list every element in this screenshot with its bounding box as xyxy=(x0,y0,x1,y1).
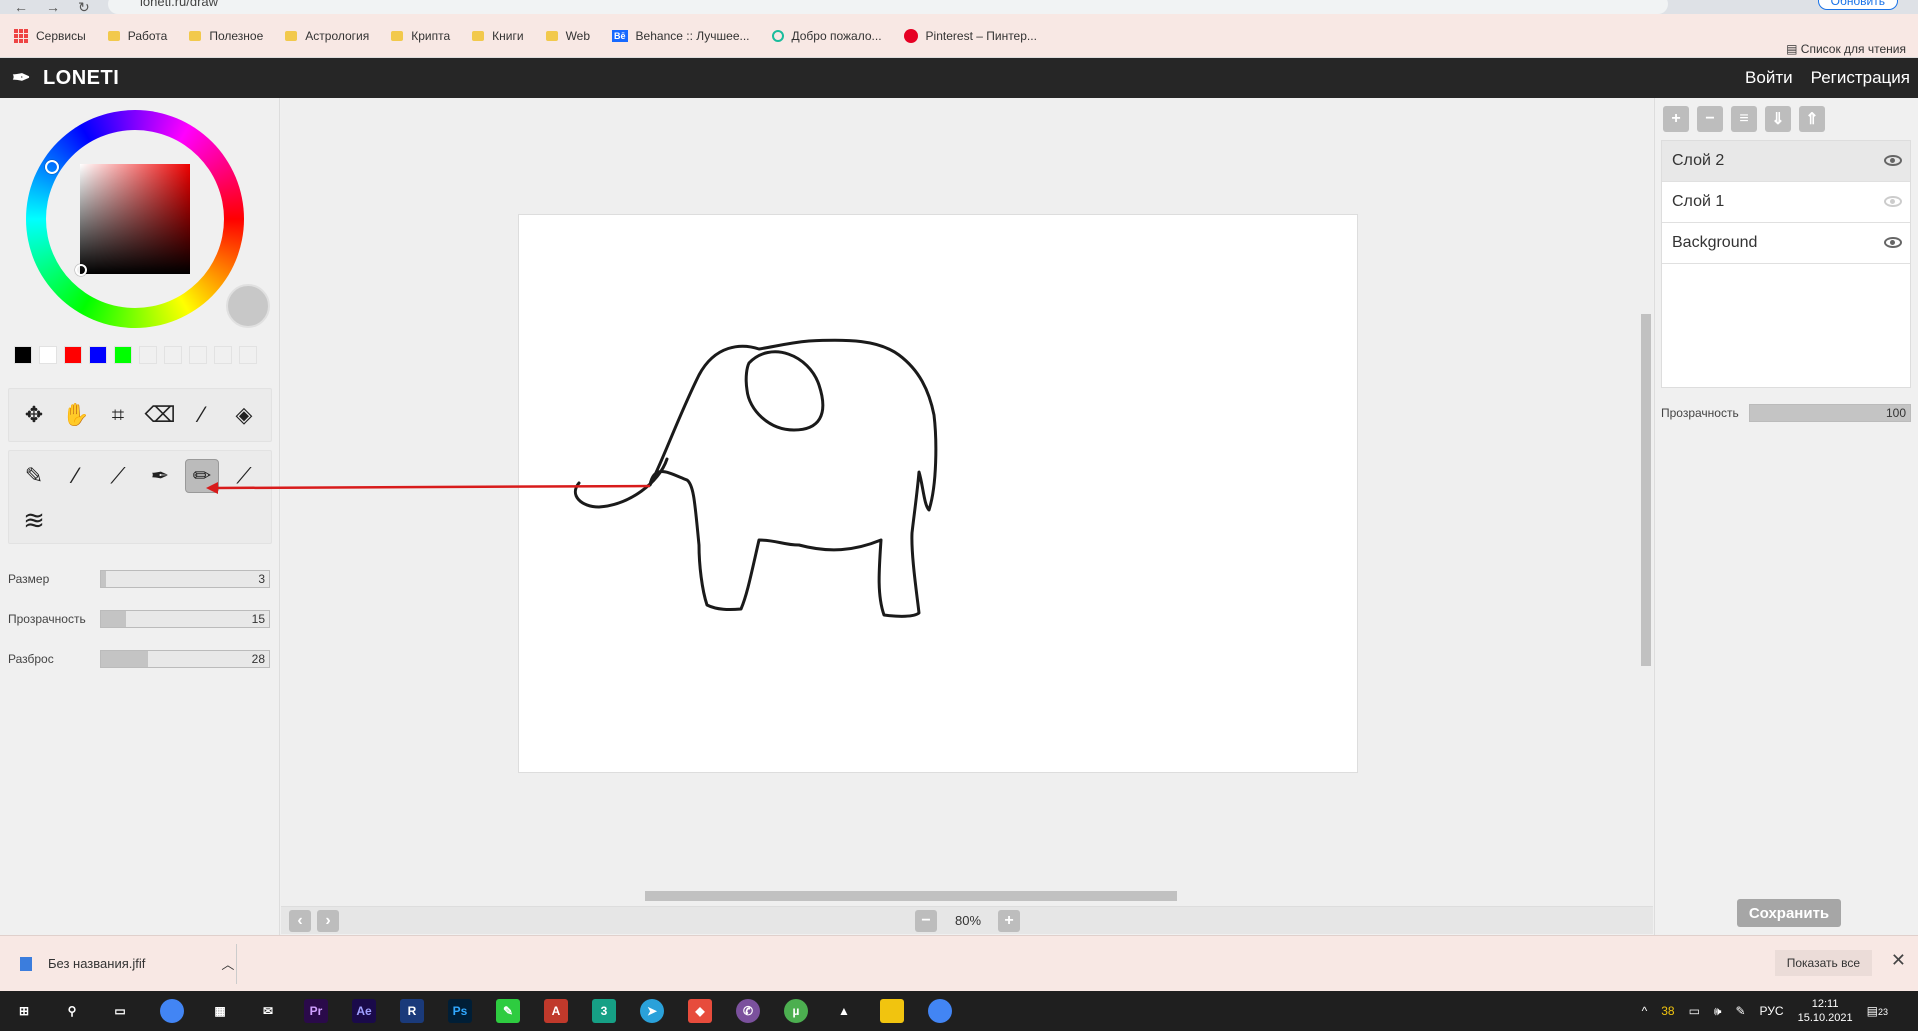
3dsmax-icon[interactable]: 3 xyxy=(592,999,616,1023)
chevron-left-icon: ‹ xyxy=(297,912,303,929)
mail-icon[interactable]: ✉ xyxy=(256,999,280,1023)
eye-icon[interactable] xyxy=(1884,155,1902,166)
download-filename: Без названия.jfif xyxy=(48,956,146,971)
file-icon xyxy=(20,956,32,971)
layer-toolbar: + − ≡ ⇓ ⇑ xyxy=(1663,106,1825,132)
layer-name: Слой 2 xyxy=(1672,152,1725,169)
saturation-value-picker[interactable] xyxy=(80,164,190,274)
temperature[interactable]: 38 xyxy=(1661,1004,1674,1018)
folder-icon[interactable] xyxy=(880,999,904,1023)
store-icon[interactable]: ▦ xyxy=(208,999,232,1023)
telegram-icon[interactable]: ➤ xyxy=(640,999,664,1023)
divider xyxy=(236,944,237,984)
chrome-icon[interactable] xyxy=(928,999,952,1023)
annotation-arrow xyxy=(206,482,651,494)
network-icon[interactable]: ▭ xyxy=(1689,1004,1700,1018)
revit-icon[interactable]: R xyxy=(400,999,424,1023)
system-tray: ^ 38 ▭ 🕪 ✎ РУС 12:11 15.10.2021 ▤23 xyxy=(1642,991,1888,1031)
layer-name: Background xyxy=(1672,234,1758,251)
zoom-in-button[interactable]: + xyxy=(998,910,1020,932)
autocad-icon[interactable]: A xyxy=(544,999,568,1023)
viber-icon[interactable]: ✆ xyxy=(736,999,760,1023)
layer-name: Слой 1 xyxy=(1672,193,1725,210)
volume-icon[interactable]: 🕪 xyxy=(1714,1004,1722,1019)
hue-handle[interactable] xyxy=(45,160,59,174)
download-item[interactable]: Без названия.jfif ︿ xyxy=(20,954,234,973)
arrow-down-icon: ⇓ xyxy=(1771,111,1785,128)
move-layer-down-button[interactable]: ⇓ xyxy=(1765,106,1791,132)
download-bar: Без названия.jfif ︿ Показать все ✕ xyxy=(0,935,1918,991)
minus-icon: − xyxy=(921,912,931,929)
taskbar: ⊞ ⚲ ▭ ▦ ✉ Pr Ae R Ps ✎ A 3 ➤ ◆ ✆ µ ▲ ^ 3… xyxy=(0,991,1918,1031)
arrow-up-icon: ⇑ xyxy=(1805,111,1819,128)
redo-button[interactable]: › xyxy=(317,910,339,932)
chevron-up-icon[interactable]: ^ xyxy=(1642,1004,1648,1018)
layer-opacity-value: 100 xyxy=(1885,406,1906,420)
minus-icon: − xyxy=(1705,110,1715,127)
anydesk-icon[interactable]: ◆ xyxy=(688,999,712,1023)
layer-opacity-slider[interactable]: 100 xyxy=(1749,404,1911,422)
notification-count: 23 xyxy=(1877,1007,1888,1017)
layer-item[interactable]: Слой 1 xyxy=(1662,182,1910,223)
right-panel: + − ≡ ⇓ ⇑ Слой 2 Слой 1 Background Прозр… xyxy=(1654,98,1918,935)
plus-icon: + xyxy=(1004,912,1014,929)
layer-list: Слой 2 Слой 1 Background xyxy=(1661,140,1911,388)
chevron-right-icon: › xyxy=(325,912,331,929)
menu-icon: ≡ xyxy=(1739,110,1749,127)
remove-layer-button[interactable]: − xyxy=(1697,106,1723,132)
sv-handle[interactable] xyxy=(75,264,87,276)
utorrent-icon[interactable]: µ xyxy=(784,999,808,1023)
windows-start-icon[interactable]: ⊞ xyxy=(12,999,36,1023)
zoom-out-button[interactable]: − xyxy=(915,910,937,932)
add-layer-button[interactable]: + xyxy=(1663,106,1689,132)
after-effects-icon[interactable]: Ae xyxy=(352,999,376,1023)
bottom-bar: ‹ › − 80% + xyxy=(281,906,1653,934)
eye-icon[interactable] xyxy=(1884,196,1902,207)
merge-layer-button[interactable]: ≡ xyxy=(1731,106,1757,132)
notifications-icon[interactable]: ▤23 xyxy=(1867,1004,1888,1018)
google-drive-icon[interactable]: ▲ xyxy=(832,999,856,1023)
chevron-up-icon[interactable]: ︿ xyxy=(221,954,234,973)
clock-time: 12:11 xyxy=(1811,998,1839,1010)
language-indicator[interactable]: РУС xyxy=(1760,1004,1784,1018)
clock-date: 15.10.2021 xyxy=(1797,1012,1853,1024)
undo-button[interactable]: ‹ xyxy=(289,910,311,932)
layer-opacity-label: Прозрачность xyxy=(1661,406,1739,420)
layer-item[interactable]: Слой 2 xyxy=(1662,141,1910,182)
clock[interactable]: 12:11 15.10.2021 xyxy=(1798,997,1853,1025)
chrome-icon[interactable] xyxy=(160,999,184,1023)
layer-opacity-row: Прозрачность 100 xyxy=(1661,404,1911,422)
premiere-icon[interactable]: Pr xyxy=(304,999,328,1023)
eye-icon[interactable] xyxy=(1884,237,1902,248)
photoshop-icon[interactable]: Ps xyxy=(448,999,472,1023)
task-view-icon[interactable]: ▭ xyxy=(108,999,132,1023)
layer-item[interactable]: Background xyxy=(1662,223,1910,264)
zoom-level: 80% xyxy=(955,913,982,928)
pen-icon[interactable]: ✎ xyxy=(1735,1004,1745,1018)
close-icon[interactable]: ✕ xyxy=(1891,950,1906,971)
plus-icon: + xyxy=(1671,110,1681,127)
save-button[interactable]: Сохранить xyxy=(1737,899,1841,927)
app-icon[interactable]: ✎ xyxy=(496,999,520,1023)
show-all-button[interactable]: Показать все xyxy=(1774,950,1872,976)
search-icon[interactable]: ⚲ xyxy=(60,999,84,1023)
move-layer-up-button[interactable]: ⇑ xyxy=(1799,106,1825,132)
